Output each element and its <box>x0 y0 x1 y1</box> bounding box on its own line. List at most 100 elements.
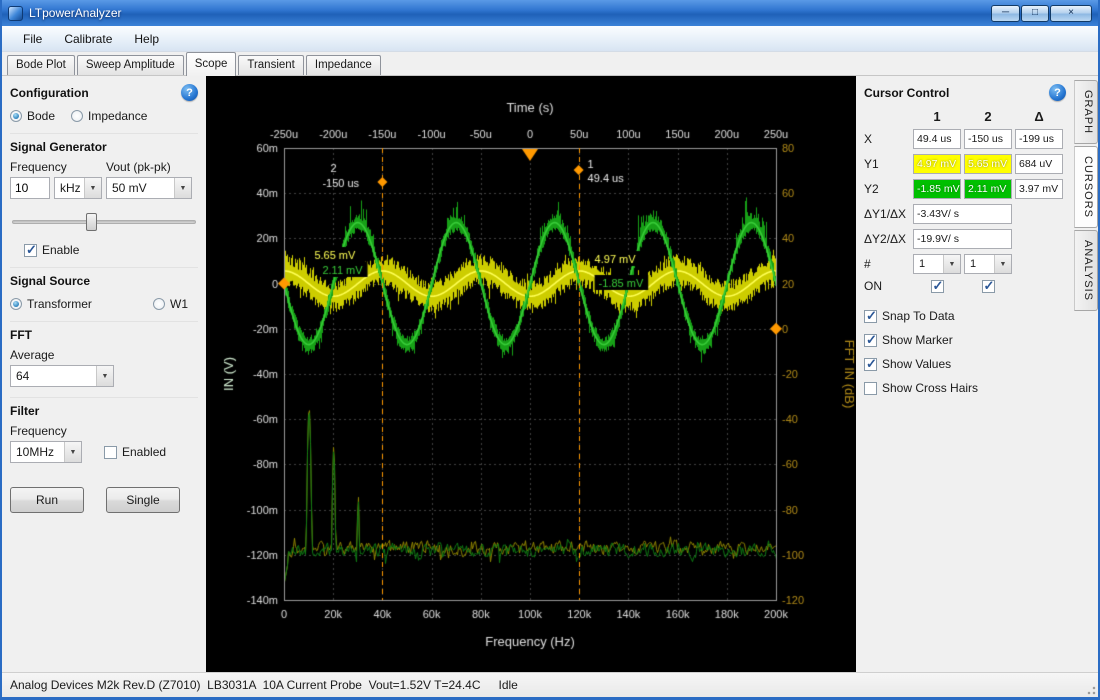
x-row-label: X <box>864 132 910 146</box>
filter-enabled-label: Enabled <box>122 445 166 459</box>
window-controls: ─ □ × <box>991 5 1092 22</box>
menu-bar: File Calibrate Help <box>2 26 1098 52</box>
minimize-button[interactable]: ─ <box>991 5 1020 22</box>
radio-icon <box>10 110 22 122</box>
tab-bode-plot[interactable]: Bode Plot <box>7 55 75 75</box>
y1-delta-value: 684 uV <box>1015 154 1063 174</box>
show-values-label: Show Values <box>882 357 951 371</box>
bode-radio[interactable]: Bode <box>10 109 55 123</box>
run-button[interactable]: Run <box>10 487 84 513</box>
y2-cursor1-value: -1.85 mV <box>913 179 961 199</box>
cursor2-on-checkbox[interactable] <box>982 280 995 293</box>
average-value: 64 <box>16 369 29 383</box>
chevron-down-icon: ▼ <box>994 255 1011 273</box>
cursor2-number-value: 1 <box>970 258 976 270</box>
filter-frequency-label: Frequency <box>10 424 198 438</box>
y1-cursor2-value: 5.65 mV <box>964 154 1012 174</box>
help-icon[interactable]: ? <box>1049 84 1066 101</box>
frequency-label: Frequency <box>10 160 102 174</box>
bode-radio-label: Bode <box>27 109 55 123</box>
cursor-control-heading: Cursor Control <box>864 86 949 100</box>
status-state: Idle <box>499 678 518 692</box>
scope-plot-area <box>206 76 856 672</box>
chevron-down-icon: ▼ <box>943 255 960 273</box>
cursor1-on-checkbox[interactable] <box>931 280 944 293</box>
menu-calibrate[interactable]: Calibrate <box>53 28 123 50</box>
y1-row-label: Y1 <box>864 157 910 171</box>
dy2dx-value: -19.9V/ s <box>913 229 1012 249</box>
slider-thumb[interactable] <box>86 213 97 231</box>
x-delta-value: -199 us <box>1015 129 1063 149</box>
tab-scope[interactable]: Scope <box>186 52 237 76</box>
show-marker-checkbox[interactable]: Show Marker <box>864 333 1066 347</box>
filter-frequency-select[interactable]: 10MHz ▼ <box>10 441 82 463</box>
x-cursor2-value: -150 us <box>964 129 1012 149</box>
window-title: LTpowerAnalyzer <box>29 6 121 20</box>
vout-value: 50 mV <box>112 181 147 195</box>
menu-help[interactable]: Help <box>123 28 170 50</box>
chevron-down-icon: ▼ <box>64 442 81 462</box>
maximize-button[interactable]: □ <box>1021 5 1049 22</box>
status-bar: Analog Devices M2k Rev.D (Z7010) LB3031A… <box>2 672 1098 697</box>
vout-select[interactable]: 50 mV ▼ <box>106 177 192 199</box>
cursor2-number-select[interactable]: 1 ▼ <box>964 254 1012 274</box>
cursor-options: Snap To Data Show Marker Show Values Sho… <box>864 309 1066 395</box>
y1-cursor1-value: 4.97 mV <box>913 154 961 174</box>
side-tab-cursors[interactable]: CURSORS <box>1074 146 1098 228</box>
snap-to-data-checkbox[interactable]: Snap To Data <box>864 309 1066 323</box>
frequency-unit-select[interactable]: kHz ▼ <box>54 177 102 199</box>
cursor-readout-grid: 1 2 Δ X 49.4 us -150 us -199 us Y1 4.97 … <box>864 109 1066 293</box>
help-icon[interactable]: ? <box>181 84 198 101</box>
filter-enabled-checkbox[interactable]: Enabled <box>104 445 166 459</box>
tab-sweep-amplitude[interactable]: Sweep Amplitude <box>77 55 184 75</box>
radio-icon <box>71 110 83 122</box>
side-tab-strip: GRAPH CURSORS ANALYSIS <box>1074 76 1098 672</box>
side-tab-graph[interactable]: GRAPH <box>1074 80 1098 144</box>
left-panel: Configuration ? Bode Impedance Signal Ge… <box>2 76 206 672</box>
impedance-radio[interactable]: Impedance <box>71 109 147 123</box>
average-select[interactable]: 64 ▼ <box>10 365 114 387</box>
show-cross-hairs-checkbox[interactable]: Show Cross Hairs <box>864 381 1066 395</box>
enable-checkbox[interactable]: Enable <box>24 243 198 257</box>
status-device-info: Analog Devices M2k Rev.D (Z7010) LB3031A… <box>10 678 481 692</box>
configuration-heading: Configuration <box>10 86 89 100</box>
signal-generator-heading: Signal Generator <box>10 140 107 154</box>
w1-radio[interactable]: W1 <box>153 297 188 311</box>
dy1dx-value: -3.43V/ s <box>913 204 1012 224</box>
chevron-down-icon: ▼ <box>84 178 101 198</box>
x-cursor1-value: 49.4 us <box>913 129 961 149</box>
checkbox-icon <box>24 244 37 257</box>
cursor-number-row-label: # <box>864 257 910 271</box>
radio-icon <box>10 298 22 310</box>
filter-frequency-value: 10MHz <box>16 445 54 459</box>
cursor1-number-select[interactable]: 1 ▼ <box>913 254 961 274</box>
main-content: Configuration ? Bode Impedance Signal Ge… <box>2 76 1098 672</box>
close-button[interactable]: × <box>1050 5 1092 22</box>
tab-impedance[interactable]: Impedance <box>306 55 381 75</box>
app-window: LTpowerAnalyzer ─ □ × File Calibrate Hel… <box>0 0 1100 700</box>
title-bar: LTpowerAnalyzer ─ □ × <box>2 0 1098 26</box>
show-marker-label: Show Marker <box>882 333 953 347</box>
snap-to-data-label: Snap To Data <box>882 309 955 323</box>
frequency-input[interactable] <box>10 177 50 199</box>
checkbox-icon <box>864 382 877 395</box>
y2-cursor2-value: 2.11 mV <box>964 179 1012 199</box>
impedance-radio-label: Impedance <box>88 109 147 123</box>
amplitude-slider[interactable] <box>12 211 196 233</box>
checkbox-icon <box>864 310 877 323</box>
chevron-down-icon: ▼ <box>174 178 191 198</box>
single-button[interactable]: Single <box>106 487 180 513</box>
scope-plot-canvas[interactable] <box>206 76 856 672</box>
tab-transient[interactable]: Transient <box>238 55 304 75</box>
checkbox-icon <box>864 334 877 347</box>
filter-heading: Filter <box>10 404 39 418</box>
transformer-radio[interactable]: Transformer <box>10 297 92 311</box>
resize-grip-icon[interactable] <box>1086 685 1096 695</box>
average-label: Average <box>10 348 198 362</box>
menu-file[interactable]: File <box>12 28 53 50</box>
transformer-radio-label: Transformer <box>27 297 92 311</box>
cursor-control-panel: Cursor Control ? 1 2 Δ X 49.4 us -150 us… <box>856 76 1074 672</box>
show-values-checkbox[interactable]: Show Values <box>864 357 1066 371</box>
y2-delta-value: 3.97 mV <box>1015 179 1063 199</box>
side-tab-analysis[interactable]: ANALYSIS <box>1074 230 1098 311</box>
